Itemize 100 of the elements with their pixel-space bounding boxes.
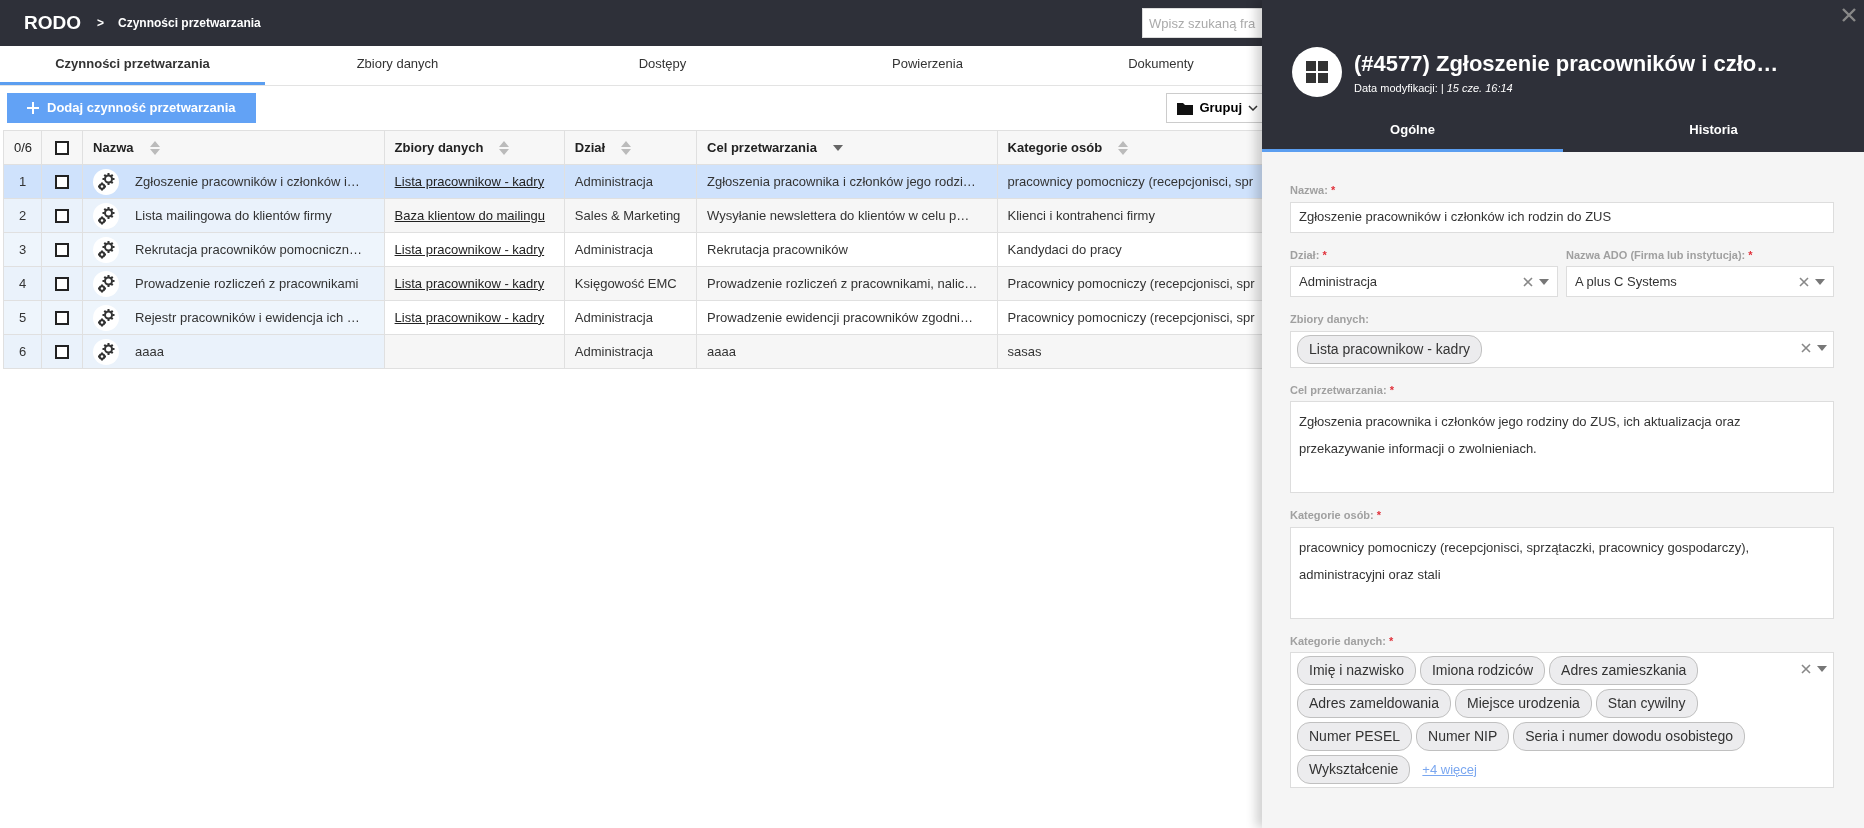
table-cell: sasas [1007,343,1042,359]
field-label: Nazwa: * [1290,183,1337,198]
activity-name: Rejestr pracowników i ewidencja ich … [135,308,360,327]
table-cell: pracownicy pomocniczy (recepcjonisci, spr [1007,173,1254,189]
table-row[interactable]: 3 Rekrutacja pracowników pomocniczn… Lista pracownikow - kadry Administracja Rekrutacja pracowników Kandydaci do pracy [3,232,1262,267]
tag: Imię i nazwisko [1297,656,1416,685]
tag: Seria i numer dowodu osobistego [1513,722,1746,751]
table-cell: Prowadzenie ewidencji pracowników zgodni… [707,309,973,325]
clear-icon [1801,664,1811,674]
activity-name: aaaa [135,342,165,361]
activity-name: Prowadzenie rozliczeń z pracownikami [135,274,359,293]
tag: Adres zameldowania [1297,689,1451,718]
row-number: 4 [18,275,27,291]
dropdown-caret-icon [1815,278,1825,285]
row-number: 6 [18,343,27,359]
select-field[interactable]: A plus C Systems [1566,266,1834,297]
table-cell: Pracownicy pomocniczy (recepcjonisci, spr [1007,309,1255,325]
row-number: 3 [18,241,27,257]
dropdown-caret-icon [1817,344,1827,351]
plus-icon [27,102,39,114]
row-checkbox[interactable] [55,209,70,224]
gears-icon [93,304,120,331]
activity-name: Rekrutacja pracowników pomocniczn… [135,240,362,259]
activity-name: Lista mailingowa do klientów firmy [135,206,332,225]
tab[interactable]: Powierzenia [795,46,1060,85]
field-label: Cel przetwarzania: * [1290,382,1395,398]
row-number: 2 [18,207,27,223]
row-checkbox[interactable] [55,175,70,190]
table-cell: Prowadzenie rozliczeń z pracownikami, nalic… [707,275,978,291]
clear-icon [1523,276,1533,287]
column-header[interactable]: Dział [574,137,606,158]
tag: Stan cywilny [1595,689,1698,718]
table-cell: Klienci i kontrahenci firmy [1007,207,1155,223]
close-icon[interactable] [1842,8,1856,22]
grid-icon [1292,47,1342,97]
panel-title: (#4577) Zgłoszenie pracowników i czło… [1354,50,1779,79]
row-checkbox[interactable] [55,311,70,326]
table-cell: Administracja [574,343,653,359]
table-row[interactable]: 2 Lista mailingowa do klientów firmy Baza klientow do mailingu Sales & Marketing Wysyłanie newslettera do klientów w celu p… Klienci i kontrahenci firmy [3,198,1262,233]
tag: Wykształcenie [1297,755,1411,784]
tag: Numer NIP [1416,722,1510,751]
row-checkbox[interactable] [55,243,70,258]
tab[interactable]: Dostępy [530,46,795,85]
tab[interactable]: Dokumenty [1060,46,1262,85]
gears-icon [93,270,120,297]
app-title: RODO [24,10,81,35]
tag-select-field[interactable]: Lista pracownikow - kadry [1290,330,1834,368]
textarea-field[interactable]: Zgłoszenia pracownika i członków jego rodziny do ZUS, ich aktualizacja oraz przekazywanie informacji o zwolnieniach. [1290,401,1834,493]
chevron-icon [1248,105,1258,111]
table-row[interactable]: 5 Rejestr pracowników i ewidencja ich … Lista pracownikow - kadry Administracja Prowadzenie ewidencji pracowników zgodni… Pracownicy pomocniczy (recepcjonisci, spr [3,300,1262,335]
dropdown-caret-icon [1539,278,1549,285]
field-label: Zbiory danych: [1290,312,1370,327]
row-number: 1 [18,173,27,189]
row-checkbox[interactable] [55,277,70,292]
select-all-checkbox[interactable] [55,141,70,156]
group-button[interactable]: Grupuj [1166,93,1262,123]
tag: Adres zamieszkania [1549,656,1699,685]
field-label: Dział: * [1290,247,1328,263]
activity-name: Zgłoszenie pracowników i członków i… [135,172,360,191]
tab[interactable]: Ogólne [1262,110,1563,152]
gears-icon [93,338,120,365]
tag-select-field[interactable]: Imię i nazwisko Imiona rodziców Adres zamieszkania Adres zameldowania Miejsce urodzenia Stan cywilny Numer PESEL Numer NIP Seria i numer dowodu osobistego Wykształcenie +4 więcej [1290,652,1834,788]
folder-icon [1177,101,1194,115]
field-label: Kategorie danych: * [1290,633,1395,649]
table-cell: Zgłoszenia pracownika i członków jego rodzi… [707,173,976,189]
table-row[interactable]: 4 Prowadzenie rozliczeń z pracownikami Lista pracownikow - kadry Księgowość EMC Prowadzenie rozliczeń z pracownikami, nalic… Pracownicy pomocniczy (recepcjonisci, spr [3,266,1262,301]
tag: Miejsce urodzenia [1454,689,1592,718]
gears-icon [93,236,120,263]
tab[interactable]: Czynności przetwarzania [0,46,265,85]
row-count: 0/6 [14,139,33,155]
gears-icon [93,168,120,195]
textarea-field[interactable]: pracownicy pomocniczy (recepcjonisci, sprzątaczki, pracownicy gospodarczy), administracyjni oraz stali [1290,526,1834,619]
modified-label: Data modyfikacji: [1354,82,1438,95]
clear-icon [1801,342,1811,353]
dropdown-caret-icon [1817,666,1827,672]
field-label: Nazwa ADO (Firma lub instytucja): * [1566,247,1754,263]
tab[interactable]: Historia [1563,110,1864,152]
tab[interactable]: Zbiory danych [265,46,530,85]
table-cell: Rekrutacja pracowników [707,241,848,257]
tag: Numer PESEL [1297,722,1413,751]
tag: Imiona rodziców [1419,656,1546,685]
table-cell: Wysyłanie newslettera do klientów w celu p… [707,207,970,223]
row-number: 5 [18,309,27,325]
table-row[interactable]: 6 aaaa Administracja aaaa sasas [3,334,1262,369]
search-field[interactable]: Wpisz szukaną fra [1142,8,1262,38]
text-field[interactable]: Zgłoszenie pracowników i członków ich rodzin do ZUS [1290,201,1834,233]
table-cell: Administracja [574,173,653,189]
breadcrumb: Czynności przetwarzania [118,15,261,32]
table-cell: Sales & Marketing [574,207,681,223]
row-checkbox[interactable] [55,345,70,360]
modified-date: | 15 cze. 16:14 [1440,82,1513,95]
column-header[interactable]: Nazwa [93,137,134,158]
table-cell: Kandydaci do pracy [1007,241,1122,257]
tag: Lista pracownikow - kadry [1297,334,1483,364]
table-cell: Administracja [574,309,653,325]
clear-icon [1799,276,1809,287]
table-row[interactable]: 1 Zgłoszenie pracowników i członków i… Lista pracownikow - kadry Administracja Zgłoszenia pracownika i członków jego rodzi… pracownicy pomocniczy (recepcjonisci, spr [3,164,1262,199]
table-cell: aaaa [707,343,736,359]
select-field[interactable]: Administracja [1290,266,1558,297]
gears-icon [93,202,120,229]
